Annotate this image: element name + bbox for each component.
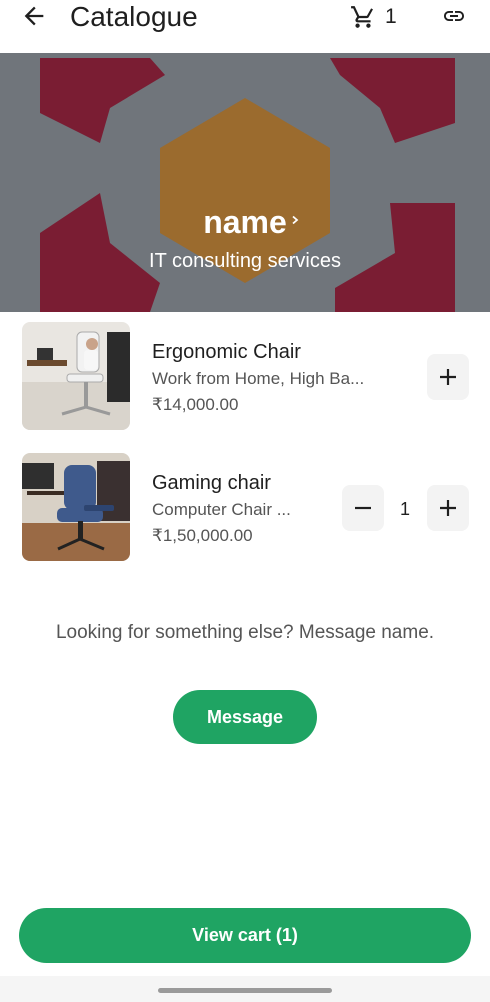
product-price: ₹1,50,000.00 [152, 526, 253, 545]
business-cover-banner[interactable]: name IT consulting services [0, 53, 490, 312]
back-arrow-icon[interactable] [20, 2, 48, 30]
plus-icon [440, 369, 456, 385]
cover-pattern-image [0, 53, 490, 312]
view-cart-button[interactable]: View cart (1) [19, 908, 471, 963]
add-button[interactable] [427, 354, 469, 400]
list-item[interactable]: Gaming chair Computer Chair ... ₹1,50,00… [0, 453, 490, 563]
app-bar: Catalogue 1 [0, 0, 490, 52]
product-name: Ergonomic Chair [152, 341, 301, 363]
product-description: Computer Chair ... [152, 500, 291, 519]
list-item[interactable]: Ergonomic Chair Work from Home, High Ba.… [0, 322, 490, 432]
product-name: Gaming chair [152, 472, 271, 494]
message-button[interactable]: Message [173, 690, 317, 744]
message-prompt-text: Looking for something else? Message name… [55, 622, 435, 643]
cart-icon[interactable] [350, 4, 376, 30]
chevron-right-icon [292, 215, 299, 225]
increase-quantity-button[interactable] [427, 485, 469, 531]
product-description: Work from Home, High Ba... [152, 369, 365, 388]
business-category: IT consulting services [149, 250, 341, 272]
page-title: Catalogue [70, 1, 198, 32]
decrease-quantity-button[interactable] [342, 485, 384, 531]
cart-count-badge: 1 [385, 5, 397, 28]
product-price: ₹14,000.00 [152, 395, 239, 414]
home-gesture-handle[interactable] [158, 988, 332, 993]
business-name: name [203, 204, 287, 240]
link-icon[interactable] [440, 4, 468, 28]
quantity-value: 1 [399, 499, 410, 519]
product-image [22, 322, 130, 430]
product-image [22, 453, 130, 561]
plus-icon [440, 500, 456, 516]
minus-icon [355, 506, 371, 510]
